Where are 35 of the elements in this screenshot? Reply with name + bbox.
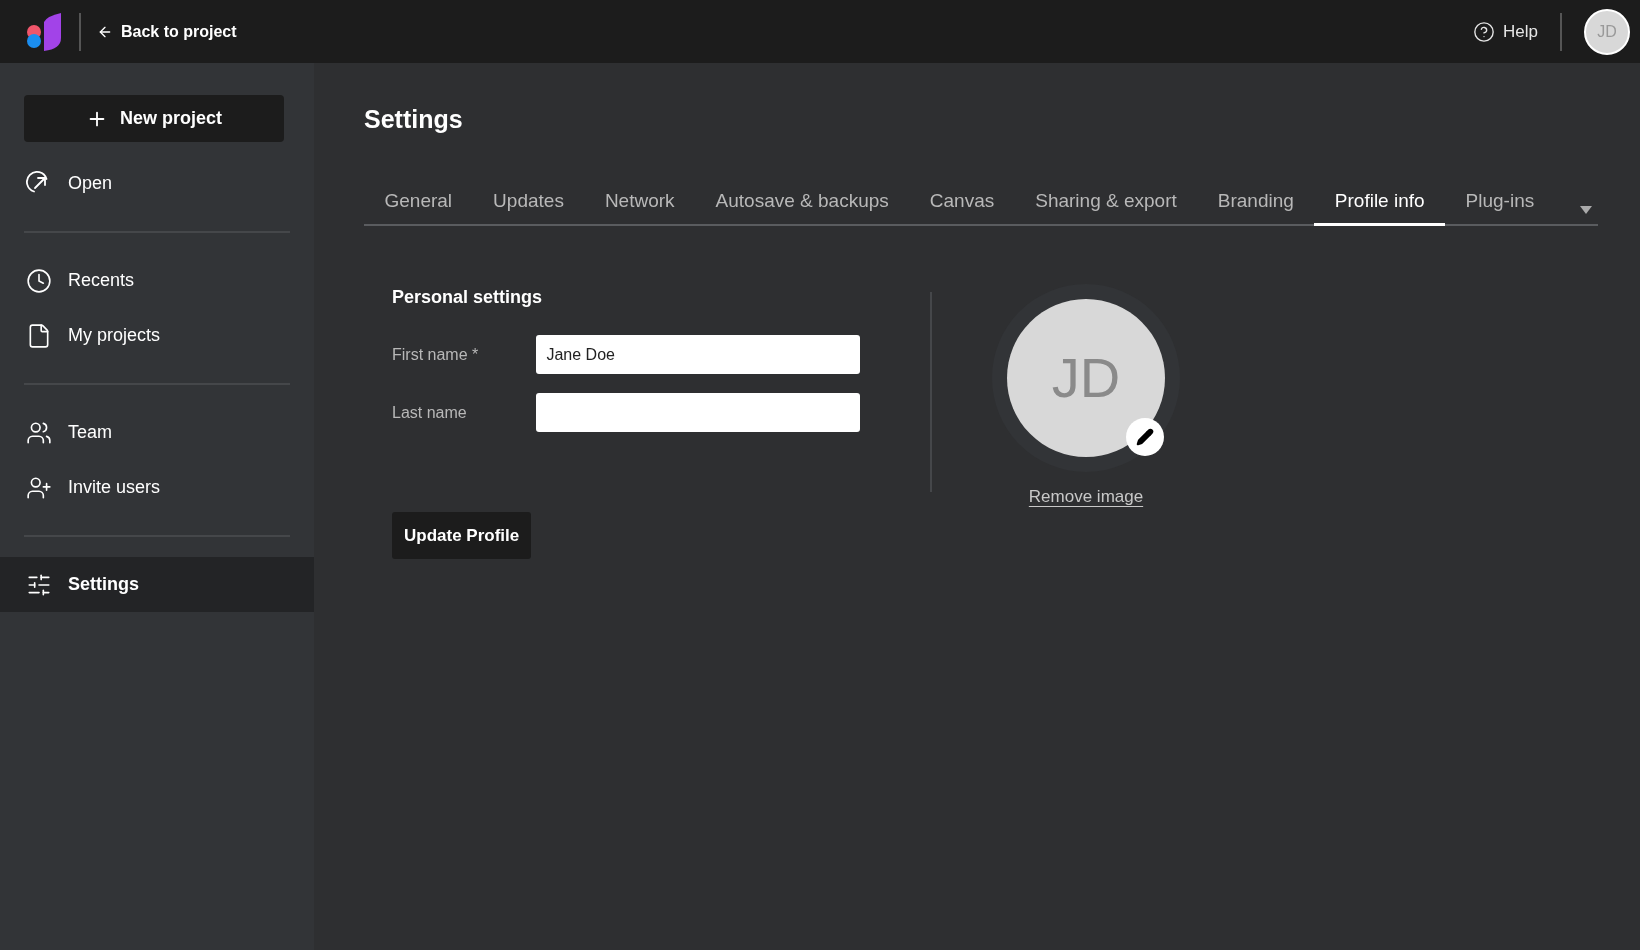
help-icon [1473, 20, 1496, 43]
sidebar-item[interactable]: Team [0, 405, 314, 460]
tab[interactable]: Network [584, 186, 696, 226]
sidebar-item[interactable]: Settings [0, 557, 314, 612]
input-field[interactable]: Jane Doe [536, 335, 860, 374]
page-title: Settings [364, 104, 464, 135]
pencil-icon [1136, 428, 1154, 446]
sidebar-item[interactable]: Invite users [0, 460, 314, 515]
sidebar-item[interactable]: My projects [0, 308, 314, 363]
section-title: Personal settings [392, 286, 544, 309]
sidebar-item[interactable]: Open [0, 156, 314, 211]
tab[interactable]: Autosave & backups [695, 186, 910, 226]
tab[interactable]: Plug-ins [1445, 186, 1555, 226]
update-profile-button[interactable]: Update Profile [392, 512, 532, 559]
tab[interactable]: General [364, 186, 473, 226]
tab[interactable]: Profile info [1314, 186, 1446, 226]
edit-avatar-button[interactable] [1126, 418, 1164, 456]
users-icon [26, 419, 52, 446]
tab[interactable]: Canvas [909, 186, 1015, 226]
logo-icon [25, 11, 63, 52]
field-label: First name * [392, 344, 480, 365]
new-project-button[interactable]: New project [24, 95, 284, 142]
field-label: Last name [392, 402, 468, 423]
profile-avatar: JD [1007, 299, 1165, 457]
dropdown-caret-icon [1580, 206, 1592, 214]
sidebar-item[interactable]: Recents [0, 253, 314, 308]
remove-image-link[interactable]: Remove image [1028, 484, 1144, 510]
tab[interactable]: Sharing & export [1014, 186, 1198, 226]
tab[interactable]: Branding [1197, 186, 1315, 226]
tab[interactable]: Updates [472, 186, 585, 226]
help-button[interactable]: Help [1473, 18, 1538, 45]
user-plus-icon [26, 474, 52, 501]
clock-icon [26, 267, 52, 294]
back-link[interactable]: Back to project [97, 19, 237, 44]
input-field[interactable] [536, 393, 860, 432]
